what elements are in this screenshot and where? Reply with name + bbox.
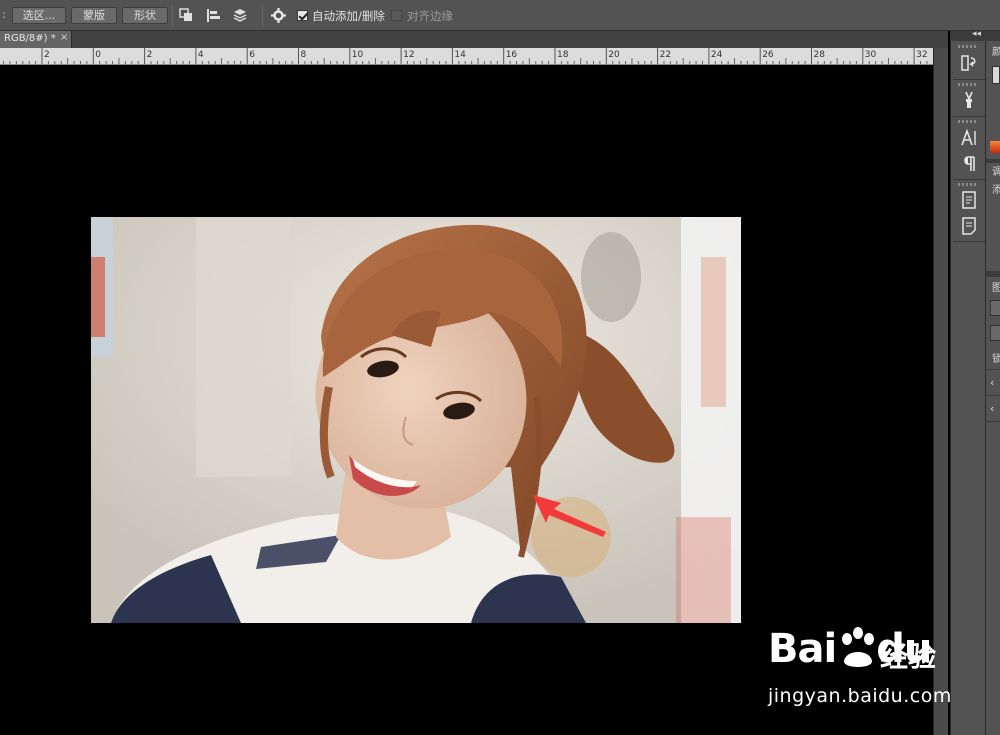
ruler-label: 16 [506,50,518,60]
path-operations-icon[interactable] [178,7,195,24]
ruler-label: 10 [352,50,364,60]
ruler-label: 32 [916,50,927,60]
watermark-url: jingyan.baidu.com [768,685,952,707]
ruler-label: 20 [608,50,620,60]
character-icon[interactable] [958,127,980,149]
layer-visibility-icon[interactable]: ‹ [990,376,994,389]
watermark-chinese-text: 经验 [880,640,937,673]
color-ramp[interactable] [990,141,1000,153]
ruler-label: 2 [44,50,50,60]
adjustments-panel-label[interactable]: 调 [992,163,1000,178]
collapse-arrows-icon[interactable]: ◂◂ [972,29,981,39]
align-edges-label: 对齐边缘 [407,9,453,23]
ruler-label: 18 [557,50,569,60]
blend-mode-button[interactable] [990,325,1000,341]
add-adjustment-label: 添 [992,185,1000,196]
color-panel-label[interactable]: 颜 [992,43,1000,58]
document-tab[interactable]: RGB/8#) * × [0,31,72,48]
paragraph-icon[interactable] [958,153,980,175]
ruler-label: 24 [711,50,723,60]
options-bar: : 选区... 蒙版 形状 自动添加/删除 对齐边缘 [0,0,1000,31]
ruler-label: 4 [198,50,204,60]
path-arrangement-icon[interactable] [232,7,249,24]
panel-divider [986,421,1000,422]
dock-separator [953,241,985,242]
ruler-label: 0 [95,50,101,60]
brush-presets-icon[interactable] [958,89,980,111]
panel-divider [986,395,1000,396]
panel-column: 颜 调 添 图 锁 ‹ ‹ [986,41,1000,735]
color-swatch[interactable] [992,66,1000,84]
auto-add-delete-label: 自动添加/删除 [312,9,385,23]
ruler-label: 8 [301,50,307,60]
ruler-label: 6 [249,50,255,60]
mask-button[interactable]: 蒙版 [71,7,117,24]
layer-visibility-icon[interactable]: ‹ [990,402,994,415]
dock-separator [953,179,985,180]
options-colon: : [2,8,6,21]
dock-separator [953,116,985,117]
layers-panel-label[interactable]: 图 [992,279,1000,294]
baidu-paw-icon [842,627,874,667]
lock-label: 锁 [992,354,1000,365]
dock-grip[interactable] [958,120,978,123]
ruler-label: 22 [660,50,671,60]
dock-grip[interactable] [958,45,978,48]
horizontal-ruler[interactable]: 2 0 2 4 6 8 10 12 14 16 18 20 22 24 26 28 30 32 [0,48,933,65]
history-icon[interactable] [958,52,980,74]
properties-icon[interactable] [958,215,980,237]
dock-grip[interactable] [958,83,978,86]
path-alignment-icon[interactable] [205,7,222,24]
options-separator [262,5,263,26]
close-icon[interactable]: × [60,32,68,43]
align-edges-checkbox[interactable] [391,10,402,21]
notes-icon[interactable] [958,189,980,211]
ruler-label: 12 [403,50,414,60]
panel-divider [986,271,1000,277]
document-image [91,217,741,623]
selection-button[interactable]: 选区... [12,7,66,24]
gear-icon[interactable] [270,7,287,24]
ruler-label: 2 [147,50,153,60]
dock-separator [953,79,985,80]
ruler-label: 14 [454,50,466,60]
ruler-ticks: 2 0 2 4 6 8 10 12 14 16 18 20 22 24 26 28 30 32 [3,48,928,64]
panel-divider [986,369,1000,370]
document-tab-strip: RGB/8#) * × [0,31,948,48]
baidu-jingyan-watermark: Bai du 经验 jingyan.baidu.com [762,625,952,715]
ruler-label: 28 [814,50,826,60]
ruler-label: 30 [865,50,877,60]
panel-icon-dock [950,41,986,735]
dock-collapse-bar[interactable]: ◂◂ [950,29,1000,41]
shape-button[interactable]: 形状 [122,7,168,24]
auto-add-delete-checkbox[interactable] [297,10,308,21]
document-tab-title: RGB/8#) * [4,33,56,44]
ruler-label: 26 [762,50,774,60]
dock-grip[interactable] [958,183,978,186]
options-separator [172,5,173,26]
layer-filter-button[interactable] [990,300,1000,316]
